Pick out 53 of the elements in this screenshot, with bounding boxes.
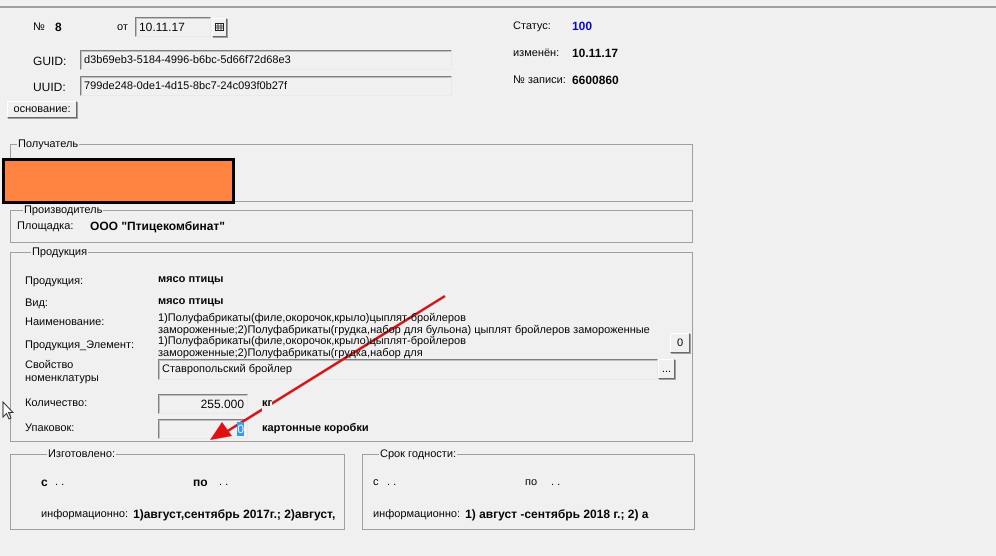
group-title: Производитель <box>23 204 104 216</box>
cursor-icon <box>2 401 14 420</box>
group-title: Изготовлено: <box>47 448 116 460</box>
field-label: Продукция_Элемент: <box>25 338 136 352</box>
field-label: Вид: <box>25 296 49 310</box>
quantity-field[interactable]: 255.000 <box>158 394 248 414</box>
quantity-value: 255.000 <box>200 396 244 410</box>
from-value: . . <box>55 474 66 490</box>
browse-button[interactable]: ... <box>658 359 675 379</box>
from-value: . . <box>387 474 398 490</box>
guid-label: GUID: <box>33 53 68 70</box>
document-number: 8 <box>55 19 63 36</box>
uuid-label: UUID: <box>33 79 67 96</box>
changed-date-label: изменён: <box>513 46 560 61</box>
changed-date-value: 10.11.17 <box>572 45 618 62</box>
lookup-value: Ставропольский бройлер <box>162 363 292 375</box>
record-number-value: 6600860 <box>572 72 619 89</box>
to-label: по <box>193 474 209 491</box>
field-label: Количество: <box>25 397 88 410</box>
calendar-icon <box>215 23 224 31</box>
basis-button[interactable]: основание: <box>7 101 77 118</box>
info-label: информационно: <box>41 506 128 522</box>
field-label: Свойство номенклатуры <box>25 359 100 385</box>
group-title: Получатель <box>17 138 80 150</box>
info-label: информационно: <box>373 506 460 522</box>
to-value: . . <box>219 474 228 490</box>
info-value: 1)август,сентябрь 2017г.; 2)август, <box>133 506 336 523</box>
field-value: мясо птицы <box>158 294 224 309</box>
date-label: от <box>117 20 129 35</box>
calendar-button[interactable] <box>212 18 227 36</box>
to-label: по <box>525 474 538 490</box>
lookup-field[interactable]: Ставропольский бройлер <box>158 359 658 380</box>
record-number-label: № записи: <box>513 72 567 88</box>
field-label: Продукция: <box>25 274 84 288</box>
field-value: мясо птицы <box>158 272 224 287</box>
from-label: с <box>41 474 49 491</box>
field-label: Упаковок: <box>25 422 76 435</box>
status-value: 100 <box>572 18 592 35</box>
site-value: ООО "Птицекомбинат" <box>90 218 225 235</box>
date-field[interactable]: 10.11.17 <box>135 17 211 37</box>
number-label: № <box>33 20 46 35</box>
info-value: 1) август -сентябрь 2018 г.; 2) а <box>465 506 648 523</box>
guid-field[interactable]: d3b69eb3-5184-4996-b6bc-5d66f72d68e3 <box>80 50 452 70</box>
group-title: Срок годности: <box>379 448 458 460</box>
to-value: . . <box>551 474 560 490</box>
from-label: с <box>373 474 380 490</box>
zero-button[interactable]: 0 <box>670 333 690 353</box>
group-title: Продукция <box>31 246 88 258</box>
status-label: Статус: <box>513 18 552 34</box>
uuid-field[interactable]: 799de248-0de1-4d15-8bc7-24c093f0b27f <box>80 76 452 96</box>
quantity-value: 0 <box>237 422 244 436</box>
field-label: Наименование: <box>25 315 106 329</box>
site-label: Площадка: <box>17 218 74 234</box>
